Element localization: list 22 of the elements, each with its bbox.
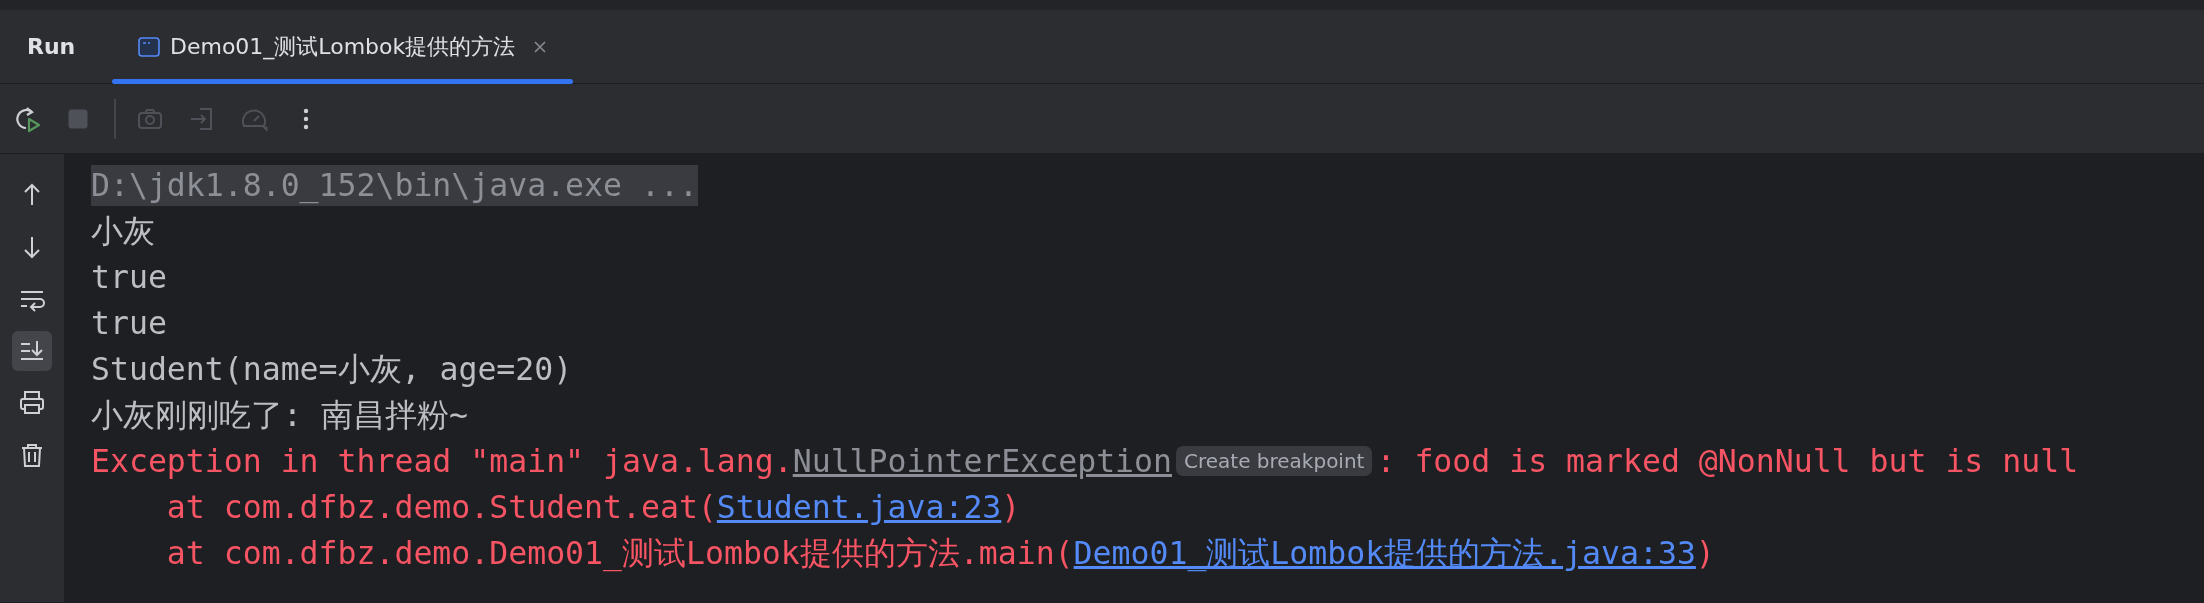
file-link[interactable]: Demo01_测试Lombok提供的方法.java:33 [1073,530,1696,576]
scroll-to-end-icon[interactable] [12,331,52,371]
console-text: 小灰 [91,212,155,251]
tab-label: Demo01_测试Lombok提供的方法 [170,32,516,62]
run-tab[interactable]: Demo01_测试Lombok提供的方法 [112,10,574,83]
console-text: true [91,304,167,343]
close-icon[interactable] [533,39,548,54]
class-link[interactable]: NullPointerException [792,438,1172,484]
tool-window-title: Run [27,34,77,59]
console-text: at com.dfbz.demo.Student.eat( [165,488,717,527]
console-text: 小灰刚刚吃了: 南昌拌粉~ [91,396,468,435]
console-text: Student(name=小灰, age=20) [91,350,573,389]
console-text: : food is marked @NonNull but is null [1376,442,2079,481]
file-link[interactable]: Student.java:23 [716,484,1002,530]
console-text: true [91,258,167,297]
console-text: ) [1695,534,1715,573]
console-text: at com.dfbz.demo.Demo01_测试Lombok提供的方法.main( [165,534,1074,574]
console-text: D:\jdk1.8.0_152\bin\java.exe ... [91,165,698,206]
console-window-icon [138,36,160,57]
create-breakpoint-hint[interactable]: Create breakpoint [1176,446,1373,476]
console-text: ) [1001,488,1021,527]
console-text: Exception in thread "main" java.lang. [91,442,793,481]
